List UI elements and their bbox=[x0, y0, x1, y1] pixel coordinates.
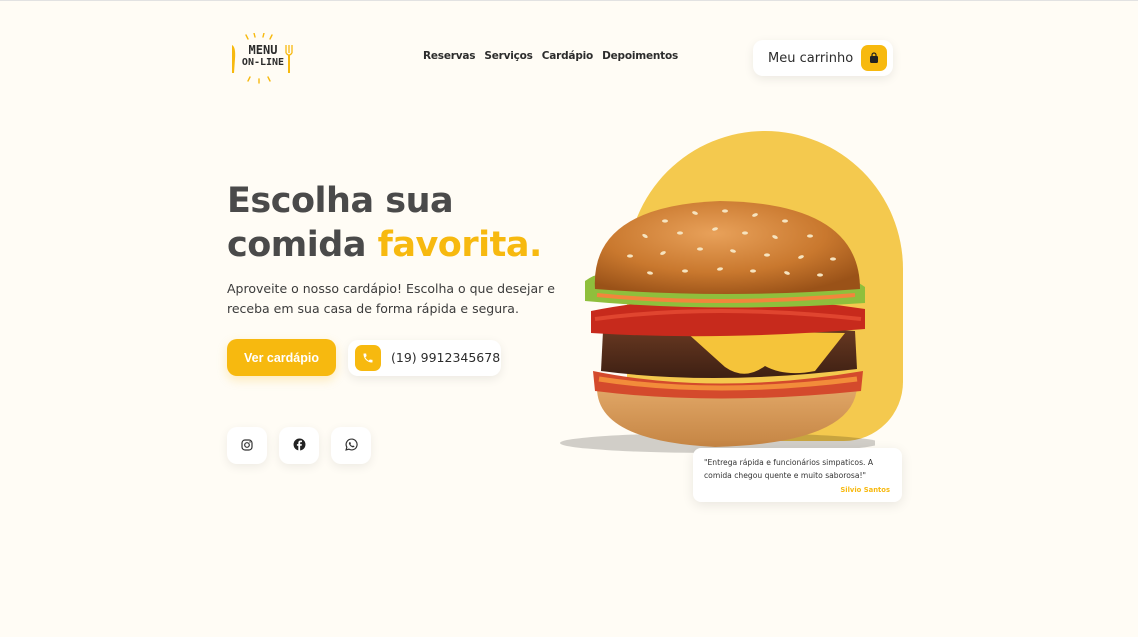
logo-line2: ON-LINE bbox=[241, 57, 285, 68]
hero-subtitle: Aproveite o nosso cardápio! Escolha o qu… bbox=[227, 281, 555, 316]
logo[interactable]: MENU ON-LINE bbox=[228, 32, 296, 85]
facebook-icon bbox=[293, 436, 306, 455]
testimonial-author: Silvio Santos bbox=[840, 486, 890, 494]
nav-reservas[interactable]: Reservas bbox=[423, 50, 476, 62]
shopping-bag-icon bbox=[861, 45, 887, 71]
logo-line1: MENU bbox=[248, 43, 278, 57]
testimonial-text: "Entrega rápida e funcionários simpatico… bbox=[704, 458, 874, 480]
testimonial-card: "Entrega rápida e funcionários simpatico… bbox=[693, 448, 902, 502]
cart-label: Meu carrinho bbox=[768, 50, 854, 66]
burger-image bbox=[560, 201, 875, 453]
facebook-button[interactable] bbox=[279, 427, 319, 464]
phone-button[interactable]: (19) 9912345678 bbox=[348, 340, 501, 376]
phone-number: (19) 9912345678 bbox=[391, 350, 501, 365]
main-nav: Reservas Serviços Cardápio Depoimentos bbox=[423, 50, 678, 62]
phone-icon bbox=[355, 345, 381, 371]
hero-title-line2: comida bbox=[227, 225, 378, 265]
hero-title: Escolha sua comida favorita. bbox=[227, 179, 587, 267]
instagram-icon bbox=[241, 436, 253, 455]
nav-cardapio[interactable]: Cardápio bbox=[542, 50, 594, 62]
cart-button[interactable]: Meu carrinho bbox=[753, 40, 893, 76]
hero-title-line1: Escolha sua bbox=[227, 181, 454, 221]
whatsapp-button[interactable] bbox=[331, 427, 371, 464]
instagram-button[interactable] bbox=[227, 427, 267, 464]
hero-title-accent: favorita. bbox=[377, 225, 543, 265]
nav-servicos[interactable]: Serviços bbox=[484, 50, 533, 62]
whatsapp-icon bbox=[344, 436, 358, 455]
nav-depoimentos[interactable]: Depoimentos bbox=[602, 50, 678, 62]
view-menu-button[interactable]: Ver cardápio bbox=[227, 339, 336, 376]
